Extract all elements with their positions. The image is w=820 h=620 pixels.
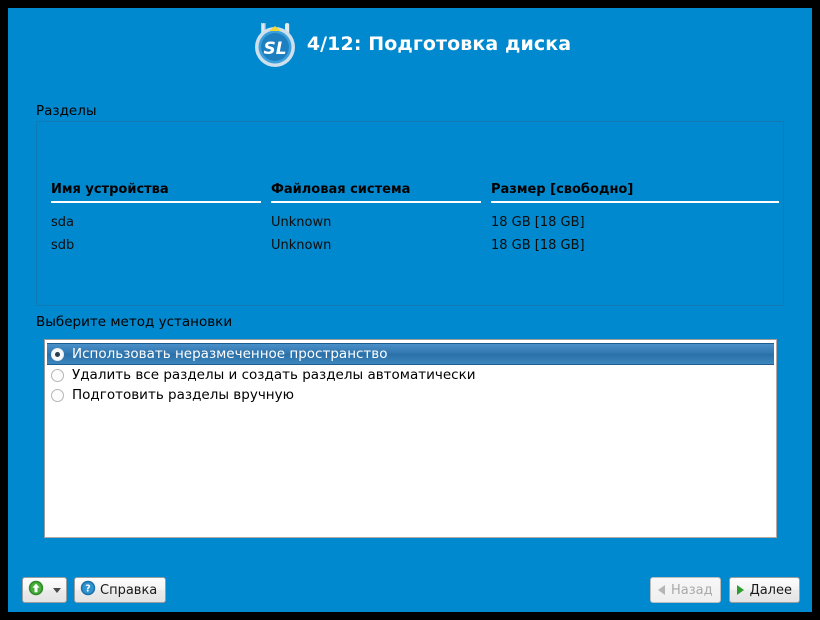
back-button[interactable]: Назад [649,577,721,603]
radio-button-icon[interactable] [51,368,64,382]
cell-size: 18 GB [18 GB] [491,238,585,253]
green-up-arrow-icon [28,580,44,600]
cell-filesystem: Unknown [271,238,332,253]
header-rule-size [491,201,779,203]
install-method-listbox[interactable]: Использовать неразмеченное пространство … [44,339,777,538]
cell-device: sda [51,215,74,230]
arrow-right-icon [736,585,744,595]
help-button[interactable]: ? Справка [74,577,167,603]
chevron-down-icon[interactable] [53,587,61,593]
blue-question-mark-icon: ? [80,580,96,600]
radio-option-label: Использовать неразмеченное пространство [72,346,388,362]
radio-button-icon[interactable] [51,388,64,402]
column-header-size[interactable]: Размер [свободно] [491,182,771,201]
upload-button[interactable] [22,577,67,603]
back-button-label: Назад [670,582,713,598]
radio-option-label: Удалить все разделы и создать разделы ав… [72,367,476,383]
radio-option-label: Подготовить разделы вручную [72,387,294,403]
radio-option-manual-partitioning[interactable]: Подготовить разделы вручную [47,385,774,405]
column-header-filesystem[interactable]: Файловая система [271,182,481,201]
cell-device: sdb [51,238,75,253]
partitions-label: Разделы [36,103,97,119]
radio-option-delete-all-auto[interactable]: Удалить все разделы и создать разделы ав… [47,365,774,385]
svg-text:SL: SL [263,39,286,59]
installer-window: SL 4/12: Подготовка диска Разделы Имя ус… [8,8,812,612]
salix-sl-plate-logo-icon: SL [249,18,301,70]
radio-button-icon[interactable] [51,347,64,361]
next-button[interactable]: Далее [728,577,800,603]
radio-option-use-unallocated-space[interactable]: Использовать неразмеченное пространство [47,343,774,365]
help-button-label: Справка [100,582,158,598]
next-button-label: Далее [749,582,792,598]
page-title: 4/12: Подготовка диска [306,33,572,55]
partitions-frame: Имя устройства Файловая система Размер [… [36,121,784,306]
svg-text:?: ? [85,584,91,595]
cell-size: 18 GB [18 GB] [491,215,585,230]
page-header: SL 4/12: Подготовка диска [8,8,812,80]
header-rule-filesystem [271,201,481,203]
column-header-device[interactable]: Имя устройства [51,182,261,201]
arrow-left-icon [657,585,665,595]
bottom-left-toolbar: ? Справка [22,577,167,603]
header-rule-device [51,201,261,203]
partitions-table[interactable]: Имя устройства Файловая система Размер [… [37,122,785,307]
navigation-buttons: Назад Далее [649,577,800,603]
install-method-label: Выберите метод установки [36,314,233,330]
cell-filesystem: Unknown [271,215,332,230]
